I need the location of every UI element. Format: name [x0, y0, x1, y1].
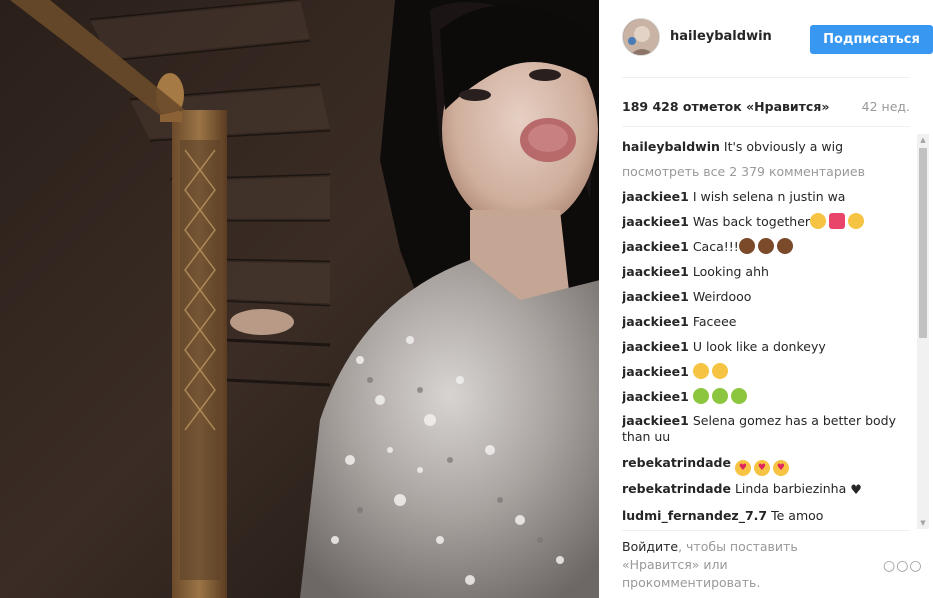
comment-text: U look like a donkeyy	[692, 339, 826, 354]
nauseated-face-emoji	[730, 388, 747, 404]
comment-text: I wish selena n justin wa	[692, 189, 846, 204]
post-sidebar: haileybaldwin Подписаться 189 428 отмето…	[599, 0, 933, 598]
avatar-image	[623, 19, 659, 55]
comment-text: Was back together	[692, 214, 811, 229]
comment-item: jaackiee1 I wish selena n justin wa	[622, 184, 912, 209]
loudly-crying-face-emoji	[848, 213, 865, 229]
caption: haileybaldwin It's obviously a wig	[622, 134, 912, 159]
comment-text: Looking ahh	[692, 264, 769, 279]
scroll-down-arrow-icon[interactable]: ▼	[917, 517, 929, 529]
comment-item: jaackiee1	[622, 384, 912, 409]
more-options-icon[interactable]: ○○○	[883, 558, 923, 574]
scroll-up-arrow-icon[interactable]: ▲	[917, 134, 929, 146]
comment-username[interactable]: jaackiee1	[622, 239, 689, 254]
login-link[interactable]: Войдите	[622, 539, 678, 554]
view-all-comments-link[interactable]: посмотреть все 2 379 комментариев	[622, 159, 912, 184]
comment-username[interactable]: jaackiee1	[622, 189, 689, 204]
comment-username[interactable]: jaackiee1	[622, 289, 689, 304]
tears-of-joy-emoji	[692, 363, 709, 379]
post-photo[interactable]	[0, 0, 599, 598]
comment-item: jaackiee1 Faceee	[622, 309, 912, 334]
comment-username[interactable]: rebekatrindade	[622, 455, 731, 470]
comment-username[interactable]: jaackiee1	[622, 413, 689, 428]
nauseated-face-emoji	[711, 388, 728, 404]
heart-eyes-emoji: ♥	[772, 460, 789, 476]
heart-eyes-emoji: ♥	[734, 460, 751, 476]
comment-item: rebekatrindade Linda barbiezinha ♥	[622, 476, 912, 503]
likes-divider	[622, 126, 910, 127]
black-heart-icon: ♥	[850, 483, 862, 498]
comment-username[interactable]: jaackiee1	[622, 264, 689, 279]
heart-ribbon-emoji	[829, 213, 846, 229]
comment-text: Weirdooo	[692, 289, 752, 304]
footer-divider	[622, 530, 910, 531]
comment-username[interactable]: rebekatrindade	[622, 481, 731, 496]
photo-illustration	[0, 0, 599, 598]
comment-item: ludmi_fernandez_7.7 Te amoo	[622, 503, 912, 528]
login-prompt: Войдите, чтобы поставить «Нравится» или …	[622, 538, 842, 592]
pile-of-poo-emoji	[757, 238, 774, 254]
comments-scrollbar[interactable]: ▲ ▼	[917, 134, 929, 529]
comment-item: jaackiee1 Was back together	[622, 209, 912, 234]
heart-eyes-emoji: ♥	[753, 460, 770, 476]
comment-text: Te amoo	[771, 508, 824, 523]
caption-username[interactable]: haileybaldwin	[622, 139, 720, 154]
pile-of-poo-emoji	[738, 238, 755, 254]
comment-item: jaackiee1	[622, 359, 912, 384]
comment-username[interactable]: jaackiee1	[622, 339, 689, 354]
comment-item: rebekatrindade ♥ ♥ ♥	[622, 450, 912, 476]
comment-item: jaackiee1 U look like a donkeyy	[622, 334, 912, 359]
likes-row: 189 428 отметок «Нравится» 42 нед.	[622, 99, 910, 115]
comment-username[interactable]: jaackiee1	[622, 364, 689, 379]
comment-item: jaackiee1 Weirdooo	[622, 284, 912, 309]
comment-username[interactable]: jaackiee1	[622, 314, 689, 329]
caption-text: It's obviously a wig	[723, 139, 844, 154]
likes-count[interactable]: 189 428 отметок «Нравится»	[622, 99, 829, 114]
comment-text: Linda barbiezinha	[734, 481, 847, 496]
header-divider	[622, 77, 910, 78]
scroll-thumb[interactable]	[919, 148, 927, 338]
comment-username[interactable]: jaackiee1	[622, 214, 689, 229]
comments-list[interactable]: haileybaldwin It's obviously a wig посмот…	[622, 134, 912, 529]
post-timestamp[interactable]: 42 нед.	[862, 99, 910, 114]
pile-of-poo-emoji	[776, 238, 793, 254]
comment-text: Caca!!!	[692, 239, 739, 254]
avatar[interactable]	[622, 18, 660, 56]
tears-of-joy-emoji	[711, 363, 728, 379]
comment-item: jaackiee1 Caca!!!	[622, 234, 912, 259]
follow-button[interactable]: Подписаться	[810, 25, 933, 54]
weary-face-emoji	[810, 213, 827, 229]
comment-username[interactable]: jaackiee1	[622, 389, 689, 404]
username-link[interactable]: haileybaldwin	[670, 29, 772, 44]
comment-text: Faceee	[692, 314, 737, 329]
comment-item: jaackiee1 Selena gomez has a better body …	[622, 409, 912, 450]
comment-item: jaackiee1 Looking ahh	[622, 259, 912, 284]
nauseated-face-emoji	[692, 388, 709, 404]
post-header: haileybaldwin Подписаться	[622, 18, 933, 60]
comment-username[interactable]: ludmi_fernandez_7.7	[622, 508, 767, 523]
